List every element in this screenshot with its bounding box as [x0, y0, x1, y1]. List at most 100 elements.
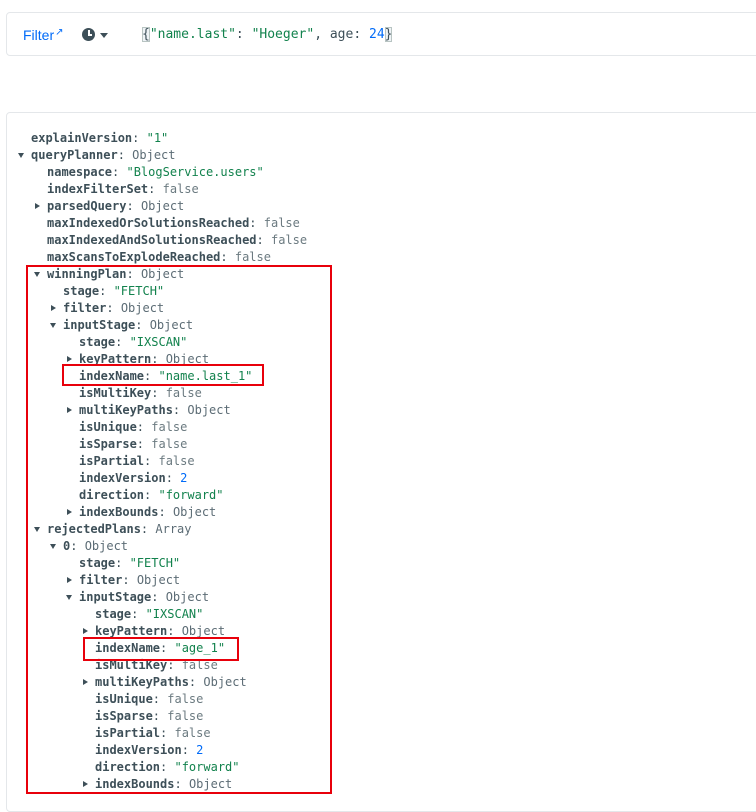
tree-sep: :: [115, 335, 130, 349]
query-input[interactable]: {"name.last": "Hoeger", age: 24}: [142, 27, 393, 42]
tree-key: indexVersion: [95, 743, 182, 757]
tree-sep: :: [140, 522, 156, 536]
tree-value: Object: [140, 267, 185, 281]
explain-panel: explainVersion: "1" queryPlanner: Object n…: [6, 112, 756, 812]
tree-row[interactable]: indexBounds: Object: [83, 776, 232, 793]
tree-value: Array: [155, 522, 192, 536]
tree-key: namespace: [47, 165, 113, 179]
tree-value: "FETCH": [113, 284, 165, 298]
caret-right-icon[interactable]: [35, 203, 40, 209]
tree-row[interactable]: multiKeyPaths: Object: [67, 402, 231, 419]
tree-value: Object: [136, 573, 181, 587]
caret-down-icon[interactable]: [18, 153, 24, 158]
tree-sep: :: [112, 165, 127, 179]
tree-sep: :: [70, 539, 85, 553]
external-link-icon: ↗: [55, 27, 64, 38]
tree-key: indexBounds: [79, 505, 159, 519]
tree-key: multiKeyPaths: [95, 675, 189, 689]
tree-value: Object: [140, 199, 185, 213]
tree-sep: :: [126, 267, 141, 281]
caret-down-icon[interactable]: [34, 272, 40, 277]
tree-row: explainVersion: "1": [31, 130, 168, 147]
caret-right-icon[interactable]: [51, 305, 56, 311]
tree-row: maxIndexedAndSolutionsReached: false: [47, 232, 307, 249]
tree-value: "forward": [158, 488, 224, 502]
tree-row: stage: "FETCH": [79, 555, 180, 572]
tree-row: indexName: "age_1": [95, 640, 225, 657]
tree-value: Object: [181, 624, 226, 638]
tree-value: 2: [180, 471, 188, 485]
tree-value: Object: [203, 675, 247, 689]
tree-row[interactable]: rejectedPlans: Array: [34, 521, 192, 538]
tree-row: stage: "FETCH": [63, 283, 164, 300]
tree-key: indexName: [95, 641, 161, 655]
tree-row[interactable]: keyPattern: Object: [67, 351, 209, 368]
query-number: 24: [369, 27, 385, 42]
tree-value: "FETCH": [129, 556, 181, 570]
tree-sep: :: [117, 148, 133, 162]
tree-row[interactable]: filter: Object: [67, 572, 181, 589]
clock-icon[interactable]: [82, 28, 95, 41]
tree-value: false: [162, 182, 199, 196]
tree-row: stage: "IXSCAN": [95, 606, 203, 623]
tree-row[interactable]: multiKeyPaths: Object: [83, 674, 247, 691]
tree-key: parsedQuery: [47, 199, 127, 213]
tree-sep: :: [136, 420, 152, 434]
tree-row[interactable]: inputStage: Object: [50, 317, 193, 334]
tree-row[interactable]: inputStage: Object: [66, 589, 210, 606]
caret-down-icon[interactable]: [66, 595, 72, 600]
tree-value: false: [263, 216, 300, 230]
tree-row[interactable]: filter: Object: [51, 300, 164, 317]
tree-key: stage: [79, 556, 116, 570]
caret-right-icon[interactable]: [83, 781, 88, 787]
tree-sep: :: [160, 641, 175, 655]
caret-down-icon[interactable]: [34, 527, 40, 532]
tree-key: filter: [63, 301, 107, 315]
tree-key: isMultiKey: [95, 658, 168, 672]
tree-key: maxIndexedAndSolutionsReached: [47, 233, 257, 247]
tree-row: isUnique: false: [79, 419, 187, 436]
caret-right-icon[interactable]: [67, 509, 72, 515]
caret-right-icon[interactable]: [83, 679, 88, 685]
tree-row[interactable]: indexBounds: Object: [67, 504, 216, 521]
tree-row[interactable]: queryPlanner: Object: [18, 147, 176, 164]
tree-sep: :: [220, 250, 235, 264]
filter-bar: Filter↗ {"name.last": "Hoeger", age: 24}: [6, 12, 756, 56]
tree-sep: :: [144, 488, 159, 502]
tree-value: false: [181, 658, 218, 672]
tree-sep: :: [122, 573, 137, 587]
caret-right-icon[interactable]: [67, 356, 72, 362]
tree-row[interactable]: parsedQuery: Object: [35, 198, 185, 215]
tree-value: "IXSCAN": [145, 607, 204, 621]
tree-row[interactable]: winningPlan: Object: [34, 266, 185, 283]
caret-right-icon[interactable]: [67, 407, 72, 413]
caret-down-icon[interactable]: [50, 323, 56, 328]
chevron-down-icon[interactable]: [100, 33, 108, 38]
tree-sep: :: [165, 471, 181, 485]
tree-sep: :: [151, 352, 166, 366]
tree-sep: :: [148, 182, 163, 196]
tree-row[interactable]: keyPattern: Object: [83, 623, 226, 640]
filter-link[interactable]: Filter↗: [23, 27, 64, 43]
tree-key: inputStage: [63, 318, 136, 332]
tree-row: isPartial: false: [79, 453, 195, 470]
tree-sep: :: [144, 369, 159, 383]
tree-sep: :: [152, 692, 168, 706]
tree-row[interactable]: 0: Object: [50, 538, 129, 555]
tree-sep: :: [136, 437, 152, 451]
query-string: "name.last": [149, 27, 236, 42]
tree-value: false: [165, 386, 202, 400]
tree-value: Object: [165, 590, 210, 604]
caret-right-icon[interactable]: [83, 628, 88, 634]
caret-right-icon[interactable]: [67, 577, 72, 583]
tree-key: winningPlan: [47, 267, 127, 281]
tree-key: isPartial: [95, 726, 161, 740]
tree-sep: :: [188, 675, 204, 689]
tree-row: isUnique: false: [95, 691, 203, 708]
tree-value: Object: [84, 539, 129, 553]
tree-key: multiKeyPaths: [79, 403, 173, 417]
caret-down-icon[interactable]: [50, 544, 56, 549]
tree-key: inputStage: [79, 590, 152, 604]
tree-row: isMultiKey: false: [95, 657, 218, 674]
tree-key: indexFilterSet: [47, 182, 149, 196]
